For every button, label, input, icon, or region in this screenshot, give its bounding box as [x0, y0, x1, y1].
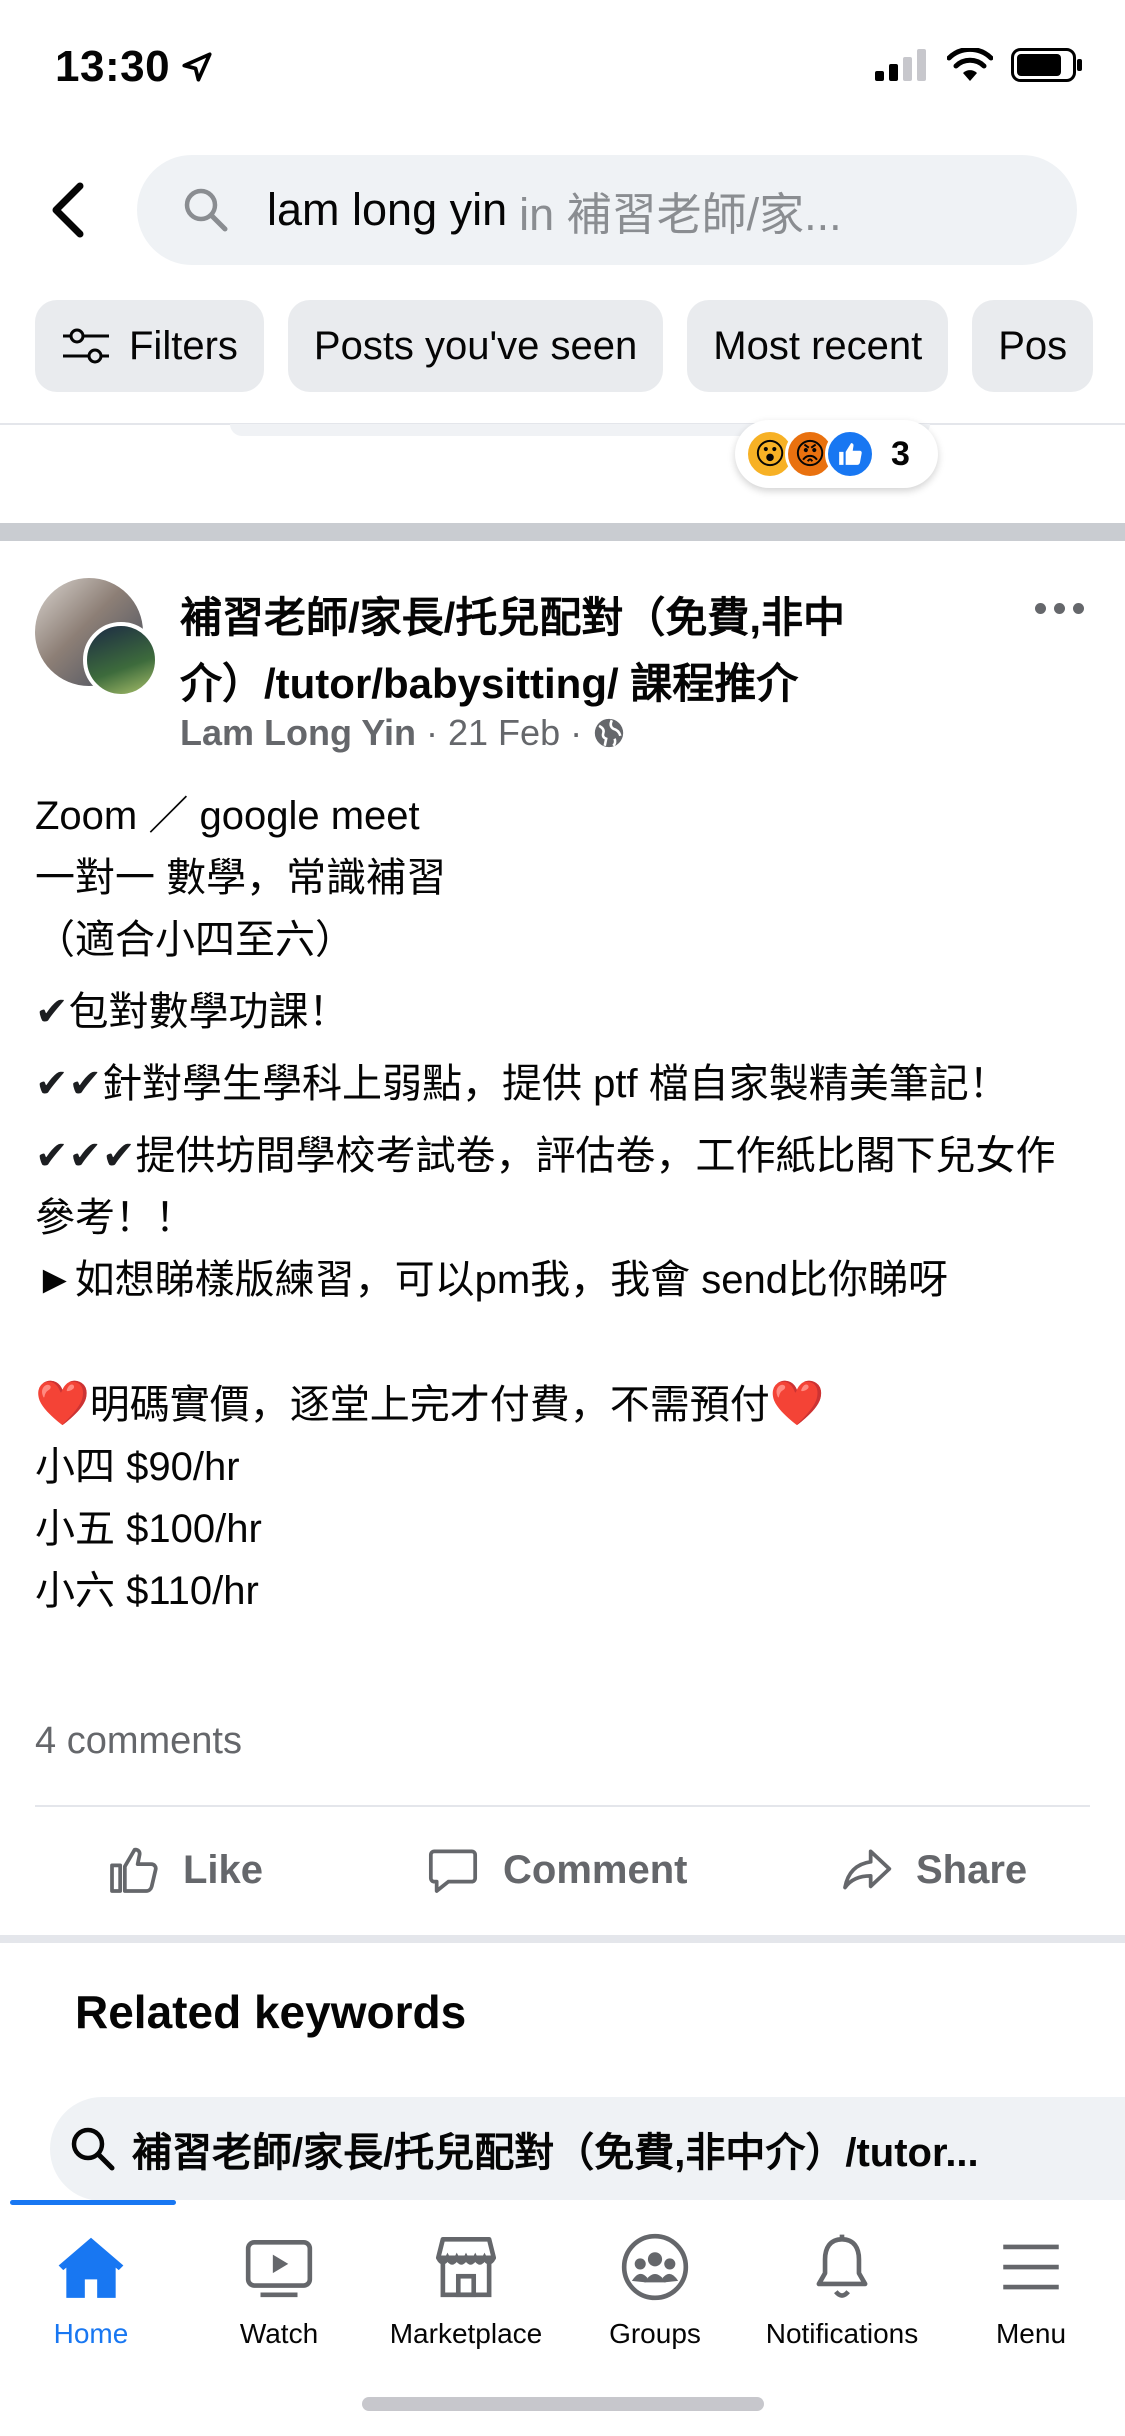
tab-label: Menu: [995, 2318, 1067, 2349]
reactions-count: 3: [891, 434, 910, 473]
active-tab-indicator: [10, 2200, 176, 2205]
status-time: 13:30: [55, 42, 214, 92]
sliders-icon: [61, 326, 111, 366]
like-icon: [110, 1847, 158, 1893]
reactions-summary[interactable]: 😮 😡 3: [735, 420, 938, 488]
checklist-item: ✔✔✔提供坊間學校考試卷，評估卷，工作紙比閣下兒女作參考！！: [35, 1125, 1095, 1249]
related-keywords-title: Related keywords: [75, 1986, 467, 2038]
post-line: 一對一 數學，常識補習: [35, 856, 447, 900]
share-label: Share: [916, 1847, 1028, 1892]
posts-seen-chip[interactable]: Posts you've seen: [287, 300, 664, 392]
meta-separator: ·: [570, 712, 583, 753]
like-reaction-icon: [825, 429, 875, 479]
status-icons: [875, 48, 1083, 82]
related-keyword-chip[interactable]: 補習老師/家長/托兒配對（免費,非中介）/tutor...: [50, 2097, 1125, 2201]
post-meta: Lam Long Yin · 21 Feb ·: [180, 712, 626, 754]
battery-icon: [1011, 48, 1082, 82]
price-line: 小四 $90/hr: [35, 1445, 240, 1489]
status-bar: 13:30: [0, 0, 1125, 130]
checklist-item: ✔✔針對學生學科上弱點，提供 ptf 檔自家製精美筆記！: [35, 1053, 1095, 1115]
posts-from-chip[interactable]: Pos: [972, 300, 1094, 392]
filter-chips: Filters Posts you've seen Most recent Po…: [0, 300, 1125, 392]
check-icon: ✔: [35, 990, 69, 1034]
location-arrow-icon: [182, 52, 212, 82]
tab-groups[interactable]: Groups: [561, 2230, 749, 2350]
search-scope: in 補習老師/家...: [519, 188, 842, 240]
most-recent-chip-label: Most recent: [713, 323, 923, 368]
heart-icon: ❤️: [35, 1379, 90, 1428]
most-recent-chip[interactable]: Most recent: [687, 300, 949, 392]
post-line: ►如想睇樣版練習，可以pm我，我會 send比你睇呀: [35, 1258, 949, 1302]
watch-icon: [245, 2240, 313, 2298]
signal-icon: [875, 49, 926, 81]
check-icon: ✔✔: [35, 1062, 103, 1106]
post-date[interactable]: 21 Feb: [448, 712, 560, 754]
share-button[interactable]: Share: [838, 1835, 1027, 1905]
section-separator: [0, 1935, 1125, 1943]
bell-icon: [816, 2234, 868, 2298]
tab-label: Home: [53, 2318, 129, 2349]
tab-notifications[interactable]: Notifications: [748, 2230, 936, 2350]
comment-label: Comment: [503, 1847, 688, 1892]
search-icon: [184, 188, 228, 232]
check-icon: ✔✔✔: [35, 1134, 136, 1178]
filters-chip-label: Filters: [129, 323, 238, 368]
filters-chip[interactable]: Filters: [35, 300, 264, 392]
actions-divider: [35, 1805, 1090, 1807]
like-button[interactable]: Like: [105, 1835, 263, 1905]
tab-label: Watch: [239, 2318, 319, 2349]
search-row: lam long yin in 補習老師/家...: [0, 150, 1125, 270]
post-line: （適合小四至六）: [35, 918, 355, 962]
meta-separator: ·: [426, 712, 439, 753]
group-title[interactable]: 補習老師/家長/托兒配對（免費,非中介）/tutor/babysitting/ …: [180, 585, 1030, 717]
more-options-button[interactable]: [1035, 588, 1095, 628]
group-avatar[interactable]: [35, 578, 160, 698]
groups-icon: [621, 2233, 689, 2301]
price-note: ❤️明碼實價，逐堂上完才付費，不需預付❤️: [35, 1373, 1095, 1436]
tab-menu[interactable]: Menu: [937, 2230, 1125, 2350]
home-indicator: [362, 2397, 764, 2411]
home-icon: [58, 2237, 124, 2298]
search-icon: [71, 2127, 115, 2171]
wifi-icon: [947, 48, 993, 81]
tab-watch[interactable]: Watch: [185, 2230, 373, 2350]
price-line: 小六 $110/hr: [35, 1569, 259, 1613]
like-label: Like: [183, 1847, 264, 1892]
author-name[interactable]: Lam Long Yin: [180, 712, 416, 754]
checklist-text: 包對數學功課！: [68, 990, 349, 1034]
tab-marketplace[interactable]: Marketplace: [372, 2230, 560, 2350]
checklist-text: 提供坊間學校考試卷，評估卷，工作紙比閣下兒女作參考！！: [35, 1134, 1056, 1240]
back-button[interactable]: [44, 180, 96, 240]
posts-seen-chip-label: Posts you've seen: [313, 323, 638, 368]
post-separator: [0, 523, 1125, 541]
comments-count[interactable]: 4 comments: [35, 1720, 242, 1763]
time-text: 13:30: [55, 42, 171, 91]
back-arrow-icon: [52, 182, 84, 238]
tab-label: Groups: [609, 2318, 701, 2349]
globe-icon: [594, 718, 624, 748]
posts-from-chip-label: Pos: [998, 323, 1068, 368]
price-note-text: 明碼實價，逐堂上完才付費，不需預付: [89, 1383, 770, 1427]
post-line: Zoom ／ google meet: [35, 794, 420, 838]
checklist-item: ✔包對數學功課！: [35, 981, 1095, 1043]
post-body: Zoom ／ google meet 一對一 數學，常識補習 （適合小四至六） …: [35, 785, 1095, 1622]
checklist-text: 針對學生學科上弱點，提供 ptf 檔自家製精美筆記！: [102, 1062, 1009, 1106]
menu-icon: [1003, 2244, 1059, 2290]
search-query: lam long yin: [267, 184, 508, 235]
tab-label: Notifications: [765, 2318, 919, 2349]
related-keyword-text: 補習老師/家長/托兒配對（免費,非中介）/tutor...: [132, 2131, 979, 2175]
price-line: 小五 $100/hr: [35, 1507, 262, 1551]
heart-icon: ❤️: [769, 1379, 825, 1428]
tab-home[interactable]: Home: [0, 2230, 185, 2350]
comment-button[interactable]: Comment: [425, 1835, 687, 1905]
author-avatar: [83, 622, 159, 698]
tab-label: Marketplace: [389, 2318, 543, 2349]
share-icon: [843, 1849, 892, 1890]
marketplace-icon: [435, 2236, 497, 2298]
comment-icon: [428, 1849, 478, 1893]
search-input[interactable]: lam long yin in 補習老師/家...: [137, 155, 1077, 265]
